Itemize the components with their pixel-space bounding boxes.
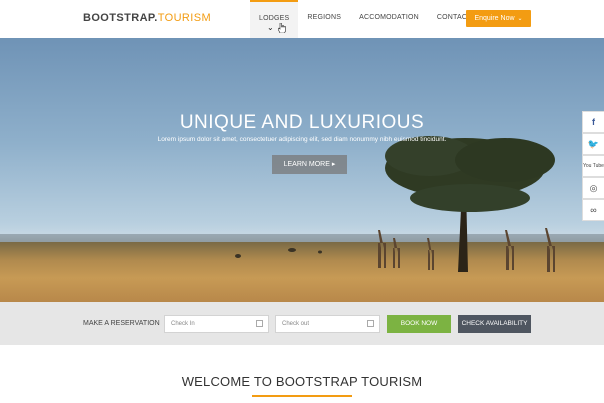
check-availability-button[interactable]: CHECK AVAILABILITY (458, 315, 531, 333)
reservation-label: MAKE A RESERVATION (83, 320, 160, 327)
site-header: BOOTSTRAP.TOURISM LODGES ⌄ REGIONS ACCOMO… (0, 0, 604, 38)
calendar-icon (367, 320, 374, 327)
reservation-bar: MAKE A RESERVATION Check In Check out BO… (0, 302, 604, 345)
tripadvisor-icon[interactable]: ∞ (582, 199, 604, 221)
instagram-icon[interactable]: ◎ (582, 177, 604, 199)
enquire-now-button[interactable]: Enquire Now ⌄ (466, 10, 531, 27)
hero-subtitle: Lorem ipsum dolor sit amet, consectetuer… (157, 136, 447, 143)
book-now-button[interactable]: BOOK NOW (387, 315, 451, 333)
check-out-field[interactable]: Check out (275, 315, 380, 333)
site-logo[interactable]: BOOTSTRAP.TOURISM (83, 12, 211, 24)
heading-underline (252, 395, 352, 397)
nav-item-regions[interactable]: REGIONS (298, 0, 350, 38)
calendar-icon (256, 320, 263, 327)
welcome-heading: WELCOME TO BOOTSTRAP TOURISM (181, 374, 423, 389)
facebook-icon[interactable]: f (582, 111, 604, 133)
chevron-down-icon: ⌄ (517, 16, 523, 22)
twitter-icon[interactable]: 🐦 (582, 133, 604, 155)
check-in-field[interactable]: Check In (164, 315, 269, 333)
hero-title: UNIQUE AND LUXURIOUS (179, 112, 425, 133)
hand-cursor-icon (278, 23, 286, 33)
hero-banner: UNIQUE AND LUXURIOUS Lorem ipsum dolor s… (0, 38, 604, 302)
learn-more-button[interactable]: LEARN MORE ▸ (272, 155, 347, 174)
nav-item-lodges[interactable]: LODGES ⌄ (250, 0, 299, 38)
nav-item-accomodation[interactable]: ACCOMODATION (350, 0, 428, 38)
youtube-icon[interactable]: You Tube (582, 155, 604, 177)
chevron-down-icon: ⌄ (267, 23, 274, 32)
